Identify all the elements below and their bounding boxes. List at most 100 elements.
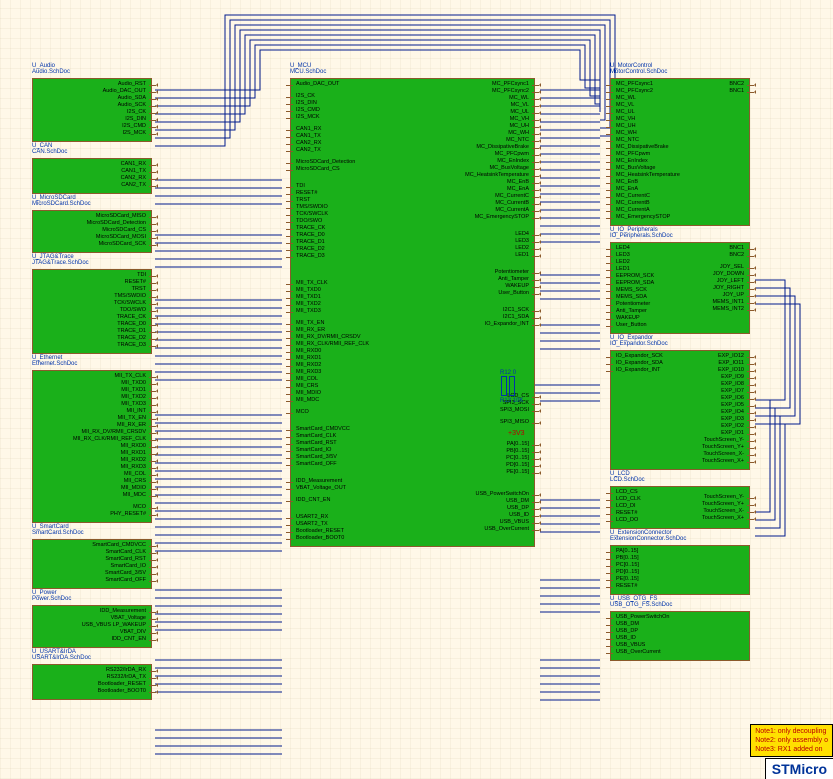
pin: MC_CurrentA [413,207,533,214]
pin: I2S_CK [35,109,149,116]
pin: MC_PFCsync1 [413,81,533,88]
block-doc: MotorControl.SchDoc [610,69,667,75]
pin: MII_CRS [35,478,149,485]
pin: I2C1_SDA [413,314,533,321]
schematic-block: Audio_RSTAudio_DAC_OUTAudio_SDAAudio_SCK… [32,78,152,142]
pin: TouchScreen_Y+ [680,444,747,451]
pin: I2S_CK [293,93,413,100]
pin: BNC1 [680,245,747,252]
pin: MicroSDCard_Detection [293,159,413,166]
right-column: U_MotorControlMotorControl.SchDocMC_PFCs… [610,62,750,665]
pin: PE[0..15] [613,576,680,583]
pin: MC_UH [613,123,683,130]
pin: EXP_IO12 [680,353,747,360]
r13-label: R13 [500,398,511,404]
block-doc: MCU.SchDoc [290,69,326,75]
pin: WAKEUP [613,315,680,322]
pin: MII_TXD1 [293,294,413,301]
pin: TouchScreen_X- [680,508,747,515]
pin: SPI3_MOSI [413,407,533,414]
pin: CAN2_RX [35,175,149,182]
pin: EXP_IO5 [680,402,747,409]
pin: EXP_IO7 [680,388,747,395]
pin: EXP_IO9 [680,374,747,381]
pin: MC_UL [413,109,533,116]
pin: TouchScreen_X- [680,451,747,458]
pin: LCD_DI [613,503,680,510]
pin: MC_EmergencySTOP [613,214,683,221]
mcu-pins-left: Audio_DAC_OUTI2S_CKI2S_DINI2S_CMDI2S_MCK… [293,81,413,542]
block-doc: IO_Expandor.SchDoc [610,341,668,347]
pin: TCK/SWCLK [293,211,413,218]
pin: MC_CurrentA [613,207,683,214]
pin: IDD_CNT_EN [293,497,413,504]
pin: MII_RXD0 [293,348,413,355]
pin: MC_VL [413,102,533,109]
schematic-block: RS232/IrDA_RXRS232/IrDA_TXBootloader_RES… [32,664,152,700]
pin: EXP_IO1 [680,430,747,437]
block-header: U_MCU MCU.SchDoc [290,63,535,75]
pin: USB_VBUS [613,642,680,649]
pin: SPI3_MISO [413,419,533,426]
pin: PC[0..15] [413,455,533,462]
pin: MII_TXD3 [35,401,149,408]
pin: MicroSDCard_MISO [35,213,149,220]
schematic-block: PA[0..15]PB[0..15]PC[0..15]PD[0..15]PE[0… [610,545,750,595]
pin: MC_NTC [613,137,683,144]
pin: MicroSDCard_SCK [35,241,149,248]
pin: USB_DP [413,505,533,512]
pin: RS232/IrDA_RX [35,667,149,674]
pin: IDD_CNT_EN [35,636,149,643]
pin: LED3 [413,238,533,245]
pin: MEMS_INT1 [680,299,747,306]
pin: TMS/SWDIO [293,204,413,211]
pin: MII_TXD3 [293,308,413,315]
pin: USART2_RX [293,514,413,521]
pin: MC_PFCpwm [413,151,533,158]
note2: Note2: only assembly o [755,736,828,745]
pin: MII_TXD0 [35,380,149,387]
pin: Bootloader_RESET [293,528,413,535]
pin: RESET# [35,279,149,286]
pin: USB_ID [613,635,680,642]
block-header: U_MicroSDCardMicroSDCard.SchDoc [32,195,152,207]
block-doc: USART&IrDA.SchDoc [32,655,91,661]
pin: BNC2 [680,252,747,259]
pin: USB_PowerSwitchOn [613,614,680,621]
pin: MII_TX_CLK [35,373,149,380]
pin: MII_RXD3 [293,369,413,376]
pin: Potentiometer [413,269,533,276]
pin: RESET# [613,510,680,517]
block-header: U_USB_OTG_FSUSB_OTG_FS.SchDoc [610,596,750,608]
schematic-block: LCD_CSLCD_CLKLCD_DIRESET#LCD_DOTouchScre… [610,486,750,529]
pin: BNC1 [683,88,747,95]
pin: IDD_Measurement [293,478,413,485]
pin: VBAT_DIV [35,629,149,636]
block-doc: Ethernet.SchDoc [32,361,77,367]
pin: MC_CurrentC [413,193,533,200]
r-val: 10K [513,398,524,404]
pin: LCD_CS [613,489,680,496]
pin: Bootloader_BOOT0 [293,535,413,542]
pin: Anti_Tamper [613,308,680,315]
pin: MicroSDCard_CS [35,227,149,234]
pin: SmartCard_CLK [293,433,413,440]
pin: TCK/SWCLK [35,300,149,307]
pullup-resistors: R12 0 R13 10K [500,370,523,404]
pin: MII_CRS [293,383,413,390]
pin: IO_Expandor_SDA [613,360,680,367]
pin: USART2_TX [293,521,413,528]
pin: MC_EnB [613,179,683,186]
schematic-block: CAN1_RXCAN1_TXCAN2_RXCAN2_TX [32,158,152,194]
pin: MCO [293,409,413,416]
block-doc: ExtensionConnector.SchDoc [610,536,686,542]
pin: Audio_SCK [35,102,149,109]
pin: TDO/SWO [293,218,413,225]
pin: TouchScreen_Y- [680,437,747,444]
pin: MC_NTC [413,137,533,144]
pin: Bootloader_RESET [35,681,149,688]
pin: CAN1_TX [35,168,149,175]
pin: TMS/SWDIO [35,293,149,300]
pin: MC_EnA [613,186,683,193]
note3: Note3: RX1 added on [755,745,828,754]
